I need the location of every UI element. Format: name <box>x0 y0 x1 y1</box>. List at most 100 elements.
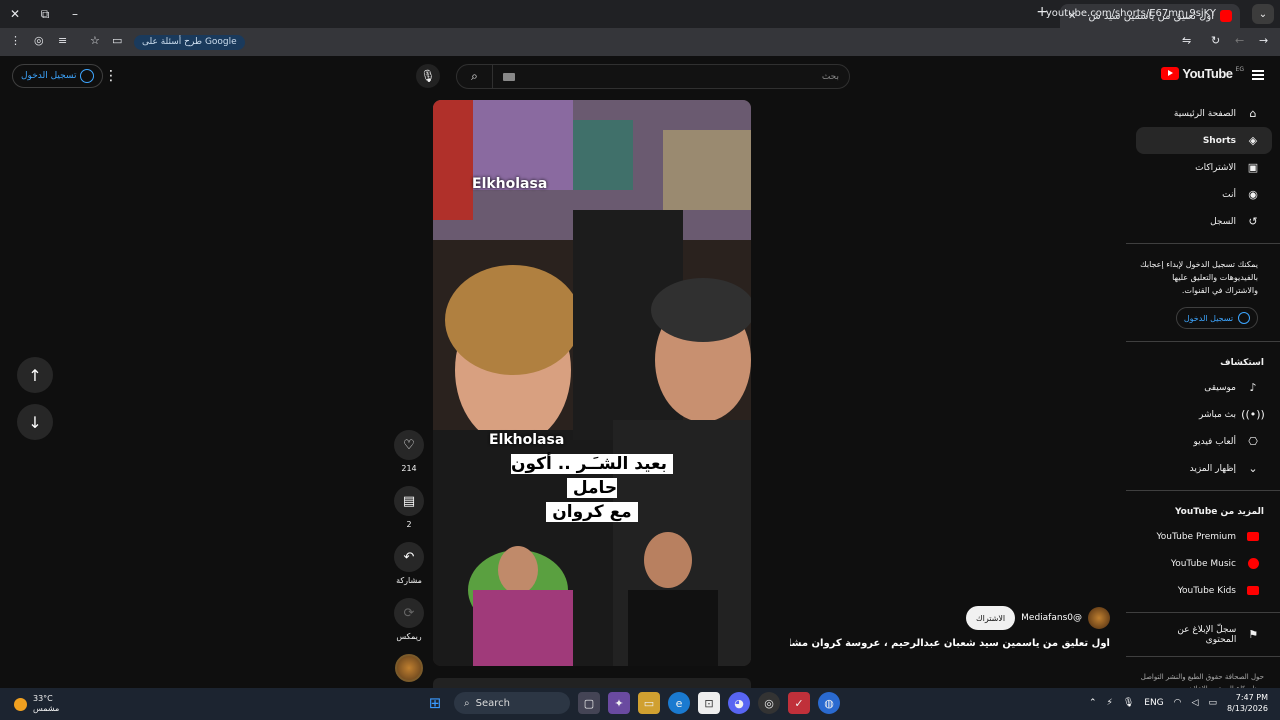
tab-search-icon[interactable]: ⌄ <box>1252 4 1274 24</box>
system-tray: ⌃ ⚡ 🎙 ENG ◠ ◁ ▭ 7:47 PM 8/13/2026 <box>1089 692 1268 714</box>
share-button[interactable]: ↶ <box>394 542 424 572</box>
reading-list-icon[interactable]: ≡ <box>58 34 67 47</box>
microphone-icon[interactable]: 🎙 <box>1123 698 1134 708</box>
share-label: مشاركة <box>396 576 422 585</box>
pocket-icon[interactable]: ✓ <box>788 692 810 714</box>
divider <box>1126 612 1280 613</box>
language-indicator[interactable]: ENG <box>1144 698 1163 708</box>
app-icon[interactable]: ◎ <box>758 692 780 714</box>
youtube-logo[interactable]: YouTube EG <box>1161 66 1244 81</box>
discord-icon[interactable]: ◕ <box>728 692 750 714</box>
signin-label: تسجيل الدخول <box>1183 313 1234 323</box>
sidebar-item-you[interactable]: ◉ أنت <box>1136 181 1272 208</box>
sidebar-item-kids[interactable]: YouTube Kids <box>1136 577 1272 604</box>
sidebar-item-history[interactable]: ↺ السجل <box>1136 208 1272 235</box>
sidebar-item-shorts[interactable]: ◈ Shorts <box>1136 127 1272 154</box>
like-button[interactable]: ♡ <box>394 430 424 460</box>
reload-icon[interactable]: ↻ <box>1211 34 1220 47</box>
store-icon[interactable]: ⊡ <box>698 692 720 714</box>
taskbar-search-label: Search <box>475 697 510 709</box>
next-short-button[interactable]: ↓ <box>17 404 53 440</box>
explore-heading: استكشاف <box>1220 358 1264 368</box>
url-field[interactable]: youtube.com/shorts/E67mn_9sjKY <box>1046 8 1216 19</box>
chevron-down-icon: ⌄ <box>1248 462 1258 475</box>
video-caption: بعيد الشـَـر .. أكون حامل مع كروان <box>483 452 701 524</box>
sidebar-item-show-more[interactable]: ⌄ إظهار المزيد <box>1136 455 1272 482</box>
battery-icon[interactable]: ▭ <box>1208 698 1217 708</box>
remix-button[interactable]: ⟳ <box>394 598 424 628</box>
back-icon[interactable]: → <box>1259 34 1268 47</box>
channel-avatar[interactable] <box>395 654 423 682</box>
sidebar-item-label: الصفحة الرئيسية <box>1173 108 1236 119</box>
clock-date: 8/13/2026 <box>1226 704 1268 713</box>
close-window-icon[interactable]: ✕ <box>0 0 30 28</box>
weather-condition: مشمس <box>33 704 60 713</box>
taskbar-search[interactable]: ⌕ Search <box>454 692 570 714</box>
sidebar-item-label: الاشتراكات <box>1195 162 1236 173</box>
cast-icon[interactable]: ▭ <box>112 34 122 47</box>
google-lens-pill[interactable]: طرح أسئلة على Google <box>134 35 245 50</box>
sidebar-item-subscriptions[interactable]: ▣ الاشتراكات <box>1136 154 1272 181</box>
music-icon: ♪ <box>1249 381 1257 394</box>
video-watermark: Elkholasa <box>472 176 548 192</box>
home-icon: ⌂ <box>1249 107 1257 120</box>
widgets-icon[interactable]: ✦ <box>608 692 630 714</box>
weather-widget[interactable]: 33°C مشمس <box>14 694 59 714</box>
comments-button[interactable]: ▤ <box>394 486 424 516</box>
remix-label: ريمكس <box>396 632 422 641</box>
bookmark-star-icon[interactable]: ☆ <box>90 34 100 47</box>
site-settings-icon[interactable]: ⇋ <box>1182 34 1191 47</box>
youtube-music-icon <box>1246 557 1260 571</box>
network-icon[interactable]: ⚡ <box>1107 698 1113 708</box>
subscribe-button[interactable]: الاشتراك <box>966 606 1016 630</box>
file-explorer-icon[interactable]: ▭ <box>638 692 660 714</box>
youtube-play-icon <box>1161 67 1180 80</box>
sidebar-item-premium[interactable]: YouTube Premium <box>1136 523 1272 550</box>
signin-button[interactable]: تسجيل الدخول <box>12 64 104 88</box>
sidebar-item-label: سجلّ الإبلاغ عن المحتوى <box>1177 624 1237 645</box>
sidebar-item-live[interactable]: ((•)) بث مباشر <box>1136 401 1272 428</box>
sidebar-item-music[interactable]: ♪ موسيقى <box>1136 374 1272 401</box>
wifi-icon[interactable]: ◠ <box>1174 698 1182 708</box>
volume-icon[interactable]: ◁ <box>1192 698 1199 708</box>
task-view-icon[interactable]: ▢ <box>578 692 600 714</box>
tray-overflow-icon[interactable]: ⌃ <box>1089 698 1097 708</box>
sidebar-signin-button[interactable]: تسجيل الدخول <box>1176 307 1258 329</box>
search-icon[interactable]: ⌕ <box>457 65 493 88</box>
menu-icon[interactable]: ⋮ <box>10 34 21 47</box>
keyboard-icon[interactable] <box>503 72 515 81</box>
sidebar-item-report[interactable]: ⚑ سجلّ الإبلاغ عن المحتوى <box>1136 621 1272 648</box>
forward-icon[interactable]: ← <box>1235 34 1244 47</box>
divider <box>1126 243 1280 244</box>
minimize-window-icon[interactable]: – <box>60 0 90 28</box>
more-options-icon[interactable]: ⋮ <box>104 68 118 84</box>
sidebar-item-label: بث مباشر <box>1199 409 1236 420</box>
extensions-icon[interactable]: ◎ <box>34 34 44 47</box>
weather-temp: 33°C <box>33 694 53 703</box>
previous-short-button[interactable]: ↑ <box>17 357 53 393</box>
sidebar-item-label: ألعاب فيديو <box>1193 436 1236 447</box>
voice-search-icon[interactable]: 🎙 <box>416 64 440 88</box>
maximize-window-icon[interactable]: ⧉ <box>30 0 60 28</box>
short-video-player[interactable]: Elkholasa Elkholasa بعيد الشـَـر .. أكون… <box>433 100 751 666</box>
search-input[interactable]: بحث <box>822 72 839 82</box>
youtube-kids-icon <box>1246 584 1260 598</box>
youtube-favicon-icon <box>1220 10 1232 22</box>
signin-label: تسجيل الدخول <box>21 71 77 81</box>
sidebar-item-gaming[interactable]: ⎔ ألعاب فيديو <box>1136 428 1272 455</box>
sidebar-item-music-app[interactable]: YouTube Music <box>1136 550 1272 577</box>
guide-menu-icon[interactable] <box>1252 70 1264 80</box>
sidebar: ⌂ الصفحة الرئيسية ◈ Shorts ▣ الاشتراكات ◉ أن… <box>1126 100 1280 695</box>
caption-line: بعيد الشـَـر .. أكون حامل <box>511 454 673 498</box>
channel-name[interactable]: @Mediafans0 <box>1021 613 1082 623</box>
clock[interactable]: 7:47 PM 8/13/2026 <box>1227 692 1268 714</box>
video-watermark: Elkholasa <box>489 432 565 448</box>
subscriptions-icon: ▣ <box>1247 161 1259 174</box>
sidebar-item-home[interactable]: ⌂ الصفحة الرئيسية <box>1136 100 1272 127</box>
windows-start-icon[interactable]: ⊞ <box>424 692 446 714</box>
channel-avatar[interactable] <box>1088 607 1110 629</box>
short-title[interactable]: أول تعليق من ياسمين سيد شعبان عبدالرحيم … <box>790 638 1110 649</box>
sidebar-item-label: السجل <box>1210 216 1236 227</box>
chrome-icon[interactable]: ◍ <box>818 692 840 714</box>
edge-browser-icon[interactable]: e <box>668 692 690 714</box>
